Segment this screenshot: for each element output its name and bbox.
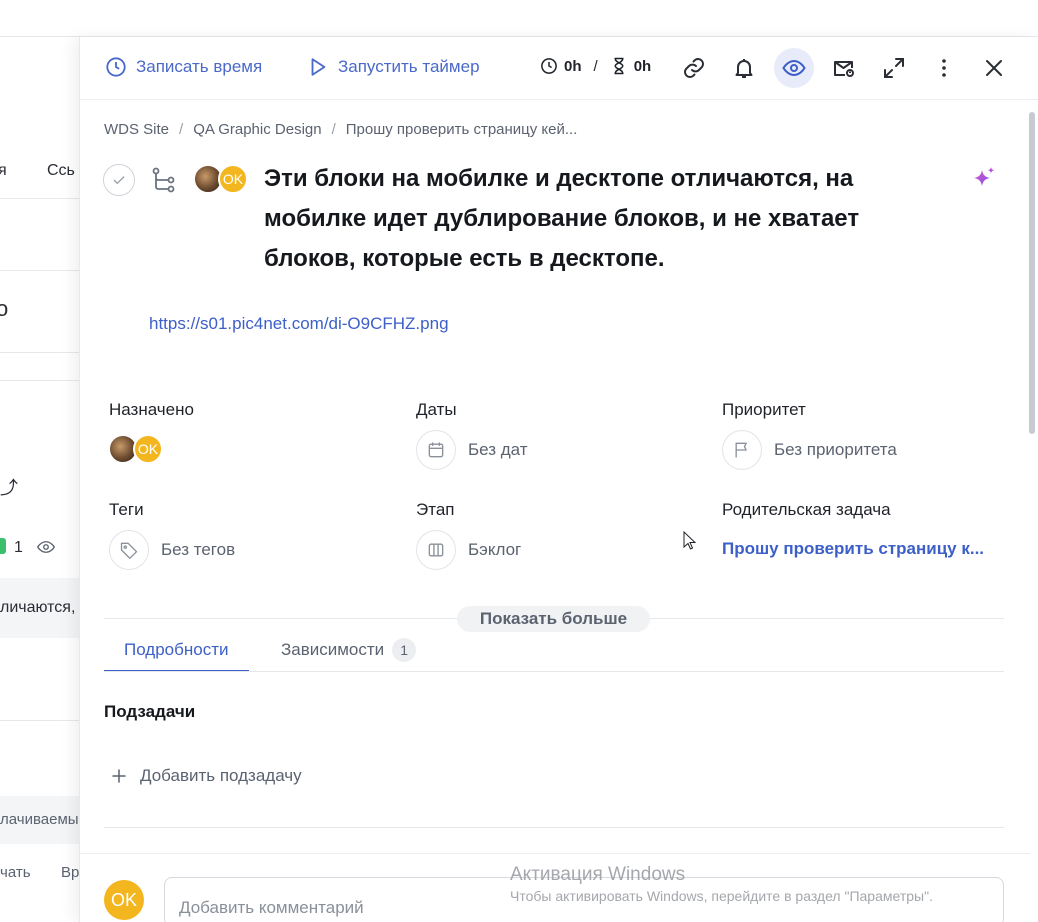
breadcrumb-separator: / xyxy=(331,121,336,138)
time-estimate: 0h xyxy=(633,57,652,75)
divider xyxy=(0,720,80,721)
background-task-list: я Ссь о ⤴ 1 личаются, лачиваемы чать Вр xyxy=(0,0,80,922)
email-button[interactable] xyxy=(824,48,864,88)
description-link[interactable]: https://s01.pic4net.com/di-O9CFHZ.png xyxy=(149,314,449,334)
show-more-button[interactable]: Показать больше xyxy=(457,606,650,632)
close-button[interactable] xyxy=(974,48,1014,88)
bg-count: 1 xyxy=(14,539,23,556)
bell-icon xyxy=(735,59,753,78)
time-separator: / xyxy=(593,57,598,75)
share-arrow-icon[interactable]: ⤴ xyxy=(0,474,18,500)
clock-icon xyxy=(106,57,126,77)
avatar[interactable]: OK xyxy=(218,164,248,194)
divider xyxy=(0,352,80,353)
expand-icon xyxy=(884,58,904,78)
plus-icon xyxy=(112,769,126,783)
panel-toolbar: Записать время Запустить таймер 0h / 0h xyxy=(80,37,1038,100)
task-title[interactable]: Эти блоки на мобилке и десктопе отличают… xyxy=(264,159,944,279)
avatar: OK xyxy=(133,434,163,464)
bg-tab-partial[interactable]: я xyxy=(0,162,7,180)
divider xyxy=(104,671,1004,672)
bg-col-start-partial: чать xyxy=(0,864,31,881)
stage-label: Этап xyxy=(416,500,455,519)
hourglass-icon xyxy=(614,57,624,75)
subtask-tree-icon[interactable] xyxy=(150,166,178,194)
close-icon xyxy=(986,60,1002,76)
add-subtask-button[interactable]: Добавить подзадачу xyxy=(110,766,302,786)
bg-col-partial: лачиваемы xyxy=(0,811,79,828)
breadcrumb-item-list[interactable]: QA Graphic Design xyxy=(193,121,321,138)
dates-label: Даты xyxy=(416,400,457,419)
tag-icon xyxy=(109,530,149,570)
parent-task-link[interactable]: Прошу проверить страницу к... xyxy=(722,539,1012,559)
bg-row-title-partial: о xyxy=(0,296,9,321)
expand-button[interactable] xyxy=(874,48,914,88)
parent-task-label: Родительская задача xyxy=(722,500,891,519)
columns-icon xyxy=(416,530,456,570)
bg-col-time-partial: Вр xyxy=(61,864,80,881)
start-timer-label: Запустить таймер xyxy=(338,57,480,76)
start-timer-button[interactable]: Запустить таймер xyxy=(307,56,480,78)
clock-icon xyxy=(541,58,557,74)
breadcrumb-separator: / xyxy=(179,121,184,138)
dates-field[interactable]: Без дат xyxy=(416,430,528,470)
flag-icon xyxy=(722,430,762,470)
stage-value: Бэклог xyxy=(468,540,522,559)
priority-field[interactable]: Без приоритета xyxy=(722,430,897,470)
watch-button[interactable] xyxy=(774,48,814,88)
divider xyxy=(0,198,80,199)
tags-field[interactable]: Без тегов xyxy=(109,530,235,570)
divider xyxy=(104,827,1004,828)
tab-dependencies[interactable]: Зависимости 1 xyxy=(281,638,417,672)
bg-row-text-partial[interactable]: личаются, xyxy=(0,599,75,617)
tab-label: Зависимости xyxy=(281,640,385,659)
tab-details[interactable]: Подробности xyxy=(104,640,249,672)
status-indicator xyxy=(0,538,6,554)
copy-link-button[interactable] xyxy=(674,48,714,88)
more-options-button[interactable] xyxy=(924,48,964,88)
time-tracked: 0h xyxy=(564,57,582,75)
log-time-label: Записать время xyxy=(136,57,263,76)
assigned-label: Назначено xyxy=(109,400,194,419)
notifications-button[interactable] xyxy=(724,48,764,88)
play-icon xyxy=(311,58,326,76)
dates-value: Без дат xyxy=(468,440,528,459)
log-time-button[interactable]: Записать время xyxy=(105,56,262,78)
bg-tab-links-partial[interactable]: Ссь xyxy=(47,162,75,180)
priority-value: Без приоритета xyxy=(774,440,897,459)
more-vertical-icon xyxy=(942,59,946,77)
scrollbar[interactable] xyxy=(1029,112,1035,434)
task-detail-panel: Записать время Запустить таймер 0h / 0h xyxy=(79,37,1038,922)
divider xyxy=(0,380,80,381)
windows-activation-text: Чтобы активировать Windows, перейдите в … xyxy=(510,888,933,904)
complete-task-checkbox[interactable] xyxy=(103,164,135,196)
eye-icon[interactable] xyxy=(36,538,56,556)
mouse-cursor-icon xyxy=(683,531,697,550)
check-icon xyxy=(113,176,125,185)
assignees[interactable]: OK xyxy=(108,434,168,466)
divider xyxy=(0,270,80,271)
add-subtask-label: Добавить подзадачу xyxy=(140,766,302,785)
mail-icon xyxy=(834,61,854,77)
subtasks-title: Подзадачи xyxy=(104,702,196,721)
avatar: OK xyxy=(104,880,144,920)
tags-value: Без тегов xyxy=(161,540,236,559)
breadcrumb-item-parent[interactable]: Прошу проверить страницу кей... xyxy=(346,121,578,138)
eye-icon xyxy=(782,59,806,77)
dependency-count-badge: 1 xyxy=(392,638,417,662)
breadcrumb: WDS Site / QA Graphic Design / Прошу про… xyxy=(104,121,577,138)
time-summary[interactable]: 0h / 0h xyxy=(540,57,651,75)
breadcrumb-item-project[interactable]: WDS Site xyxy=(104,121,169,138)
stage-field[interactable]: Бэклог xyxy=(416,530,521,570)
calendar-icon xyxy=(416,430,456,470)
tags-label: Теги xyxy=(109,500,144,519)
ai-sparkle-icon[interactable] xyxy=(970,165,998,193)
priority-label: Приоритет xyxy=(722,400,806,419)
windows-activation-title: Активация Windows xyxy=(510,864,686,885)
link-icon xyxy=(684,58,704,78)
